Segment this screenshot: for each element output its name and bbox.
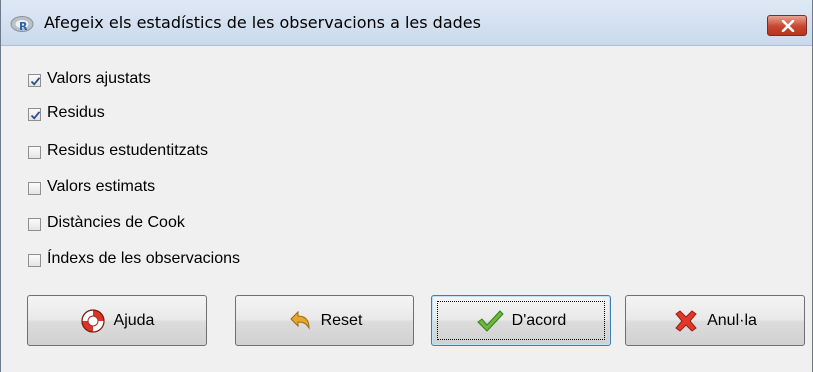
reset-button[interactable]: Reset: [235, 295, 414, 346]
checkbox-valors-ajustats[interactable]: [28, 74, 41, 87]
reset-button-label: Reset: [320, 311, 363, 329]
checkmark-icon: [476, 309, 504, 332]
checkbox-residus[interactable]: [28, 108, 41, 121]
ok-button[interactable]: D'acord: [431, 295, 611, 346]
option-label: Valors estimats: [47, 178, 156, 195]
option-label: Residus: [47, 104, 105, 121]
help-button-label: Ajuda: [113, 311, 155, 329]
checkmark-icon: [30, 77, 41, 86]
checkbox-index-observacions[interactable]: [28, 254, 41, 267]
cancel-button[interactable]: Anul·la: [625, 295, 805, 346]
title-bar[interactable]: R Afegeix els estadístics de les observa…: [1, 0, 812, 46]
red-x-icon: [675, 309, 697, 332]
dialog-window: R Afegeix els estadístics de les observa…: [0, 0, 813, 372]
help-button[interactable]: Ajuda: [27, 295, 207, 346]
r-logo-icon: R: [10, 15, 36, 33]
checkbox-residus-estudentitzats[interactable]: [28, 146, 41, 159]
checkbox-valors-estimats[interactable]: [28, 182, 41, 195]
cancel-button-label: Anul·la: [707, 311, 757, 329]
option-label: Valors ajustats: [47, 70, 151, 87]
window-title: Afegeix els estadístics de les observaci…: [44, 13, 481, 32]
lifebuoy-icon: [80, 308, 105, 333]
close-icon: [781, 20, 795, 32]
option-label: Distàncies de Cook: [47, 214, 185, 231]
svg-text:R: R: [19, 20, 28, 33]
checkbox-distancies-cook[interactable]: [28, 218, 41, 231]
checkmark-icon: [30, 111, 41, 120]
ok-button-label: D'acord: [511, 311, 567, 329]
option-label: Índexs de les observacions: [47, 250, 240, 267]
close-button[interactable]: [767, 15, 807, 36]
undo-arrow-icon: [289, 310, 310, 330]
option-label: Residus estudentitzats: [47, 142, 208, 159]
